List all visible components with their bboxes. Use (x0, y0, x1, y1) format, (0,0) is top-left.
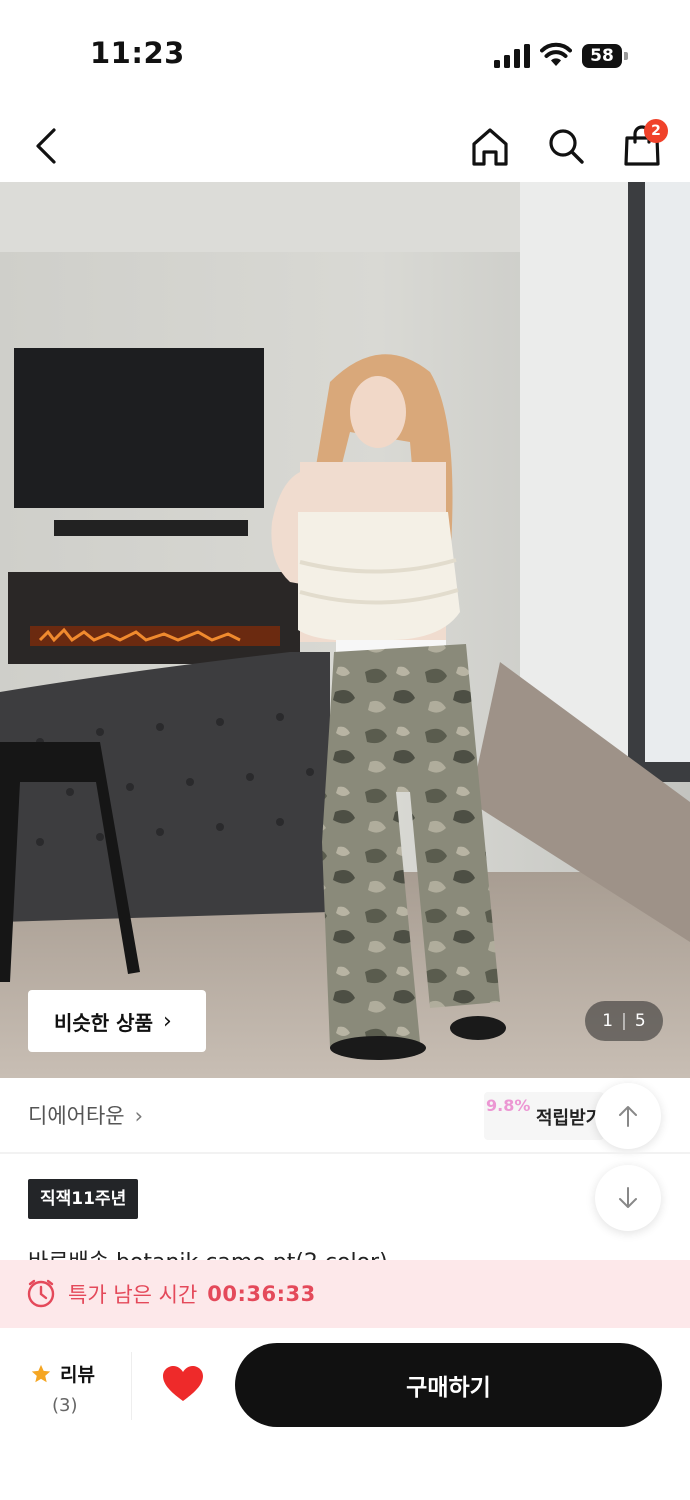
search-button[interactable] (542, 122, 590, 170)
scroll-down-button[interactable] (595, 1165, 661, 1231)
back-button[interactable] (22, 122, 70, 170)
brand-link[interactable]: 디에어타운 › (28, 1100, 143, 1130)
similar-products-label: 비슷한 상품 (54, 1010, 153, 1035)
wifi-icon (540, 42, 572, 66)
arrow-up-icon (619, 1106, 637, 1127)
home-button[interactable] (466, 122, 514, 170)
brand-name: 디에어타운 (28, 1104, 125, 1128)
divider (131, 1352, 132, 1420)
clock-icon (27, 1279, 55, 1308)
product-image[interactable] (0, 182, 690, 1078)
product-title-text: 바로배송 botanik camo pt(2 color) (28, 1244, 628, 1260)
image-pager: 1 | 5 (585, 1001, 663, 1041)
points-rate: 9.8% (486, 1096, 531, 1115)
timer-label: 특가 남은 시간 (68, 1283, 198, 1307)
similar-products-button[interactable]: 비슷한 상품 › (28, 990, 206, 1052)
sale-timer-banner: 특가 남은 시간 00:36:33 (0, 1260, 690, 1328)
pager-current: 1 (602, 1011, 614, 1031)
star-icon (31, 1364, 51, 1382)
pager-total: 5 (634, 1011, 646, 1031)
chevron-right-icon: › (162, 1008, 172, 1034)
status-bar: 11:23 58 (0, 0, 690, 110)
cellular-signal-icon (494, 44, 530, 68)
event-tag: 직잭11주년 (28, 1179, 139, 1219)
product-photo (0, 182, 690, 1078)
heart-icon[interactable] (162, 1365, 204, 1403)
scroll-up-button[interactable] (595, 1083, 661, 1149)
product-title: 바로배송 botanik camo pt(2 color) (28, 1240, 628, 1260)
points-button[interactable]: 9.8% 적립받기 (484, 1092, 604, 1140)
buy-button[interactable]: 구매하기 (235, 1343, 662, 1427)
arrow-down-icon (619, 1187, 637, 1208)
divider (0, 1152, 690, 1154)
review-button[interactable]: 리뷰 (3) (30, 1360, 110, 1416)
points-label: 적립받기 (536, 1108, 603, 1129)
status-time: 11:23 (90, 36, 185, 70)
home-icon (472, 128, 508, 166)
review-label: 리뷰 (60, 1364, 95, 1386)
battery-level: 58 (582, 44, 622, 68)
search-icon (549, 129, 584, 164)
timer-value: 00:36:33 (207, 1282, 316, 1306)
cart-count-badge: 2 (644, 119, 668, 143)
chevron-left-icon (36, 128, 56, 164)
review-count: (3) (52, 1395, 78, 1416)
battery-icon: 58 (582, 44, 628, 68)
top-nav (0, 110, 690, 182)
chevron-right-icon: › (134, 1104, 144, 1128)
